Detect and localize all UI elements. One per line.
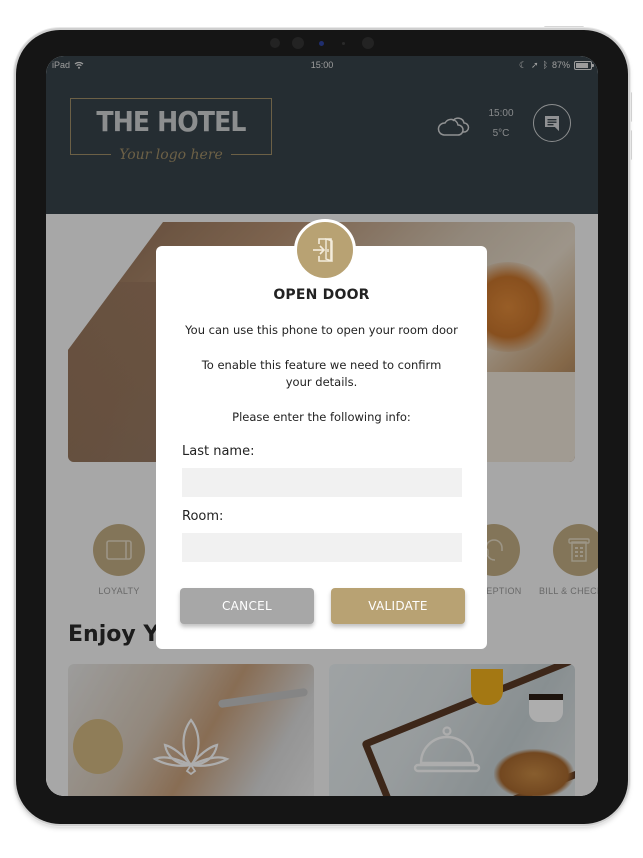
app-screen: THE HOTEL Your logo here 15:00 5°C iPad <box>46 56 598 796</box>
room-label: Room: <box>182 509 224 524</box>
volume-down-button <box>629 130 632 160</box>
power-button <box>544 26 584 29</box>
modal-instructions: To enable this feature we need to confir… <box>201 358 442 389</box>
sensor <box>292 37 304 49</box>
sensor <box>342 42 345 45</box>
modal-description: You can use this phone to open your room… <box>185 323 458 337</box>
open-door-dialog: OPEN DOOR You can use this phone to open… <box>156 219 487 649</box>
last-name-label: Last name: <box>182 444 255 459</box>
sensor <box>362 37 374 49</box>
modal-prompt: Please enter the following info: <box>232 410 411 424</box>
sensor <box>270 38 280 48</box>
volume-up-button <box>629 92 632 122</box>
modal-title: OPEN DOOR <box>273 287 370 303</box>
door-enter-icon <box>313 238 333 262</box>
room-input[interactable] <box>182 533 462 562</box>
cancel-button[interactable]: CANCEL <box>180 588 314 624</box>
modal-icon-badge <box>294 219 356 281</box>
validate-button[interactable]: VALIDATE <box>331 588 465 624</box>
last-name-input[interactable] <box>182 468 462 497</box>
front-camera <box>319 41 324 46</box>
